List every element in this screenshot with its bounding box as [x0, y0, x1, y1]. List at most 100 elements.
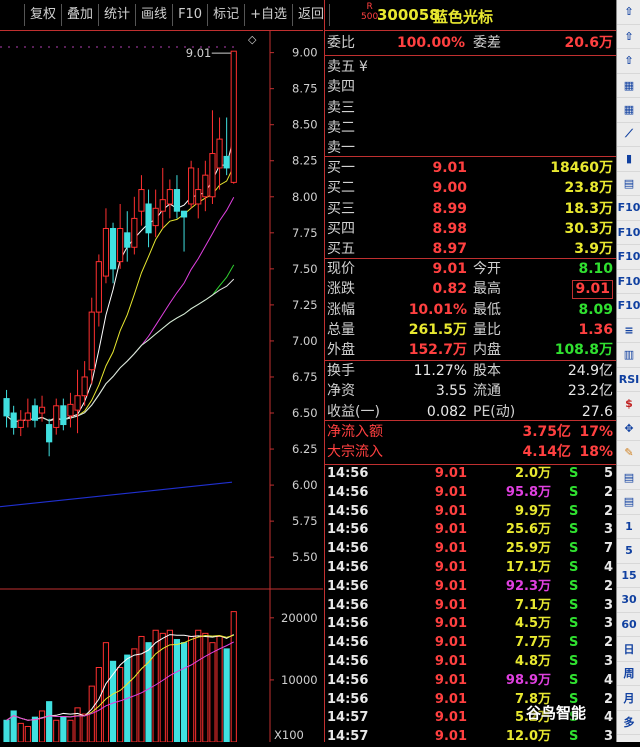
sidebar-1-icon[interactable]: 1: [617, 515, 640, 539]
sidebar-30-icon[interactable]: 30: [617, 588, 640, 613]
sidebar-grid-icon[interactable]: ▦: [617, 74, 640, 98]
volume-bar: [230, 611, 237, 743]
sidebar-x-icon[interactable]: 多: [617, 711, 640, 735]
sidebar-pencil-icon[interactable]: ✎: [617, 441, 640, 466]
tick-row[interactable]: 14:56 9.01 92.3万 S 2: [325, 578, 617, 597]
tick-volume: 7.7万: [514, 635, 551, 651]
quote-panel: R 500 300058 蓝色光标 委比 100.00% 委差 20.6万 卖五…: [324, 0, 617, 744]
flow-label: 大宗流入: [327, 444, 383, 461]
stock-code: 300058: [377, 6, 440, 24]
price-tick-label: 6.75: [292, 370, 318, 384]
candle-body: [67, 403, 74, 417]
sidebar-x-icon[interactable]: 日: [617, 637, 640, 662]
volume-bar: [81, 713, 88, 743]
sidebar-money-icon[interactable]: $: [617, 392, 640, 417]
quote-label: 量比: [473, 321, 501, 338]
sidebar-bars-icon[interactable]: ▮: [617, 147, 640, 172]
tick-row[interactable]: 14:56 9.01 17.1万 S 4: [325, 559, 617, 578]
tick-row[interactable]: 14:56 9.01 98.9万 S 4: [325, 672, 617, 691]
candle-body: [159, 199, 166, 212]
buy-level-price: 8.99: [432, 200, 467, 217]
tick-row[interactable]: 14:56 9.01 95.8万 S 2: [325, 484, 617, 503]
tick-row[interactable]: 14:56 9.01 7.7万 S 2: [325, 634, 617, 653]
restore-rights-button[interactable]: 复权: [24, 4, 63, 26]
volume-bar: [173, 639, 181, 743]
candle-body: [145, 203, 152, 234]
volume-bar: [109, 660, 117, 743]
sidebar-F10-icon[interactable]: F10: [617, 245, 640, 270]
sidebar-60-icon[interactable]: 60: [617, 613, 640, 637]
sidebar-chart-icon[interactable]: ▥: [617, 343, 640, 368]
tick-row[interactable]: 14:56 9.01 2.0万 S 5: [325, 465, 617, 484]
candle-body: [95, 261, 102, 313]
sidebar-list-icon[interactable]: ≡: [617, 319, 640, 343]
tick-count: 4: [603, 560, 613, 575]
sidebar-RSI-icon[interactable]: RSI: [617, 368, 640, 392]
sidebar-5-icon[interactable]: 5: [617, 539, 640, 564]
price-tick-label: 7.25: [292, 298, 318, 312]
sidebar-F10-icon[interactable]: F10: [617, 294, 640, 319]
sidebar-F10-icon[interactable]: F10: [617, 270, 640, 294]
candle-body: [46, 424, 53, 443]
stats-row: 换手 11.27% 股本 24.9亿: [325, 361, 617, 382]
tick-row[interactable]: 14:56 9.01 4.5万 S 3: [325, 615, 617, 634]
quote-value: 9.01: [432, 261, 467, 277]
candle-body: [17, 419, 24, 428]
sidebar-doc-icon[interactable]: ▤: [617, 466, 640, 490]
sidebar-x-icon[interactable]: 月: [617, 686, 640, 711]
sidebar-move-icon[interactable]: ✥: [617, 417, 640, 441]
stats-value: 11.27%: [413, 363, 467, 379]
tick-time: 14:56: [327, 597, 369, 613]
candle-body: [81, 376, 88, 397]
tick-volume: 17.1万: [505, 560, 551, 575]
kline-chart-panel[interactable]: 9.00 8.75 8.50 8.25 8.00 7.75 7.50 7.25 7.00 6.75…: [0, 31, 323, 743]
sidebar-doc-icon[interactable]: ▤: [617, 490, 640, 515]
volume-unit-label: X100: [274, 728, 304, 742]
f10-button[interactable]: F10: [173, 4, 209, 26]
buy-level-row: 买三 8.99 18.3万: [325, 199, 617, 220]
tick-row[interactable]: 14:56 9.01 25.9万 S 7: [325, 540, 617, 559]
add-watchlist-button[interactable]: +自选: [245, 4, 294, 26]
sidebar-15-icon[interactable]: 15: [617, 564, 640, 588]
candle-body: [31, 405, 39, 421]
sell-level-row: 卖二: [325, 118, 617, 139]
index-tag-top: R: [366, 2, 373, 12]
tick-row[interactable]: 14:56 9.01 25.6万 S 3: [325, 521, 617, 540]
mark-button[interactable]: 标记: [208, 4, 246, 26]
tick-side: S: [569, 522, 579, 538]
draw-line-button[interactable]: 画线: [136, 4, 174, 26]
volume-bar: [3, 719, 10, 743]
overlay-button[interactable]: 叠加: [62, 4, 100, 26]
price-tick-label: 5.50: [292, 550, 318, 564]
sidebar-grid-icon[interactable]: ▦: [617, 98, 640, 123]
buy-level-label: 买三: [327, 200, 355, 217]
tick-row[interactable]: 14:57 9.01 12.0万 S 3: [325, 728, 617, 747]
sidebar-doc-icon[interactable]: ▤: [617, 172, 640, 196]
tick-price: 9.01: [434, 484, 467, 500]
candle-body: [74, 395, 81, 411]
tick-count: 3: [603, 729, 613, 745]
stats-label: 股本: [473, 363, 501, 379]
tick-row[interactable]: 14:56 9.01 4.8万 S 3: [325, 653, 617, 672]
tick-row[interactable]: 14:56 9.01 7.1万 S 3: [325, 597, 617, 616]
candle-body: [152, 207, 159, 227]
stats-value: 23.2亿: [567, 383, 613, 400]
quote-value: 152.7万: [408, 342, 467, 359]
candle-body: [24, 412, 31, 421]
sidebar-x-icon[interactable]: 周: [617, 662, 640, 686]
tick-count: 3: [603, 654, 613, 669]
tick-count: 4: [603, 672, 613, 688]
sidebar-F10-icon[interactable]: F10: [617, 221, 640, 245]
sidebar-upxarrow-icon[interactable]: ⇧: [617, 0, 640, 25]
tick-side: S: [569, 635, 579, 651]
tick-count: 2: [603, 484, 613, 500]
sidebar-F10-icon[interactable]: F10: [617, 196, 640, 221]
sidebar-line-icon[interactable]: ⟋: [617, 123, 640, 147]
statistics-button[interactable]: 统计: [99, 4, 137, 26]
sidebar-upxarrow-icon[interactable]: ⇧: [617, 49, 640, 74]
kline-chart[interactable]: 9.00 8.75 8.50 8.25 8.00 7.75 7.50 7.25 7.00 6.75…: [0, 31, 323, 743]
candle-body: [117, 227, 124, 263]
sidebar-upxarrow-icon[interactable]: ⇧: [617, 25, 640, 49]
tick-row[interactable]: 14:56 9.01 9.9万 S 2: [325, 503, 617, 522]
buy-level-volume: 3.9万: [574, 241, 613, 258]
